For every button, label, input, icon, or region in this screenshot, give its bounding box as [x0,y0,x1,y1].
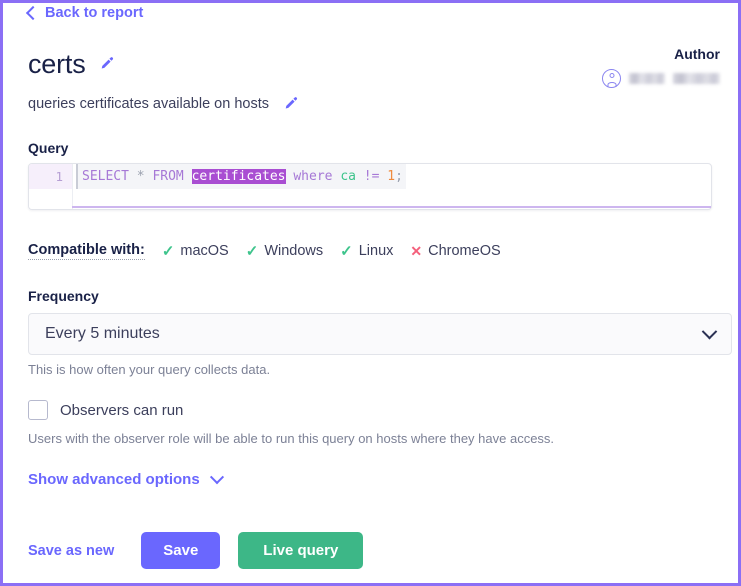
sql-token-space3 [184,169,192,184]
sql-code-line[interactable]: SELECT * FROM certificates where ca != 1… [76,164,406,189]
show-advanced-options-toggle[interactable]: Show advanced options [28,469,224,488]
live-query-button[interactable]: Live query [238,532,364,569]
page-content: Back to report Author certs queries cert… [3,3,738,583]
check-icon: ✓ [340,242,353,260]
sql-token-from: FROM [152,169,184,184]
chevron-down-icon [209,469,224,484]
sql-token-table-selected: certificates [191,169,286,184]
sql-token-where: where [293,169,333,184]
observers-can-run-row[interactable]: Observers can run [28,400,183,420]
platform-linux-label: Linux [358,243,394,259]
frequency-selected-value: Every 5 minutes [45,325,160,342]
query-section-label: Query [28,140,69,156]
sql-token-notequal: != [363,169,380,184]
action-buttons: Save as new Save Live query [28,532,364,569]
query-description: queries certificates available on hosts [28,96,269,112]
query-editor-page: Back to report Author certs queries cert… [0,0,741,586]
author-block: Author [602,46,720,88]
back-to-report-label: Back to report [45,5,144,21]
sql-token-semicolon: ; [395,169,403,184]
sql-editor[interactable]: 1 SELECT * FROM certificates where ca !=… [28,163,712,210]
platform-macos: ✓ macOS [162,243,229,259]
frequency-help-text: This is how often your query collects da… [28,362,271,377]
save-as-new-button[interactable]: Save as new [28,543,114,559]
sql-token-space1 [129,169,137,184]
author-row [602,69,720,88]
sql-token-space6 [356,169,364,184]
editor-focus-underline [72,206,711,208]
query-description-row: queries certificates available on hosts [28,94,299,114]
author-last-name-redacted [673,73,720,84]
line-number: 1 [29,164,72,189]
author-first-name-redacted [629,73,665,84]
edit-name-pencil-icon[interactable] [99,56,115,72]
cross-icon: ✕ [410,243,423,259]
platform-macos-label: macOS [180,243,229,259]
frequency-label: Frequency [28,288,99,304]
compatible-with-row: Compatible with: ✓ macOS ✓ Windows ✓ Lin… [28,242,501,260]
compatible-with-label[interactable]: Compatible with: [28,242,145,260]
editor-code-area[interactable]: SELECT * FROM certificates where ca != 1… [73,164,711,209]
page-title: certs [28,49,86,79]
sql-token-select: SELECT [82,169,129,184]
sql-token-number: 1 [387,169,396,184]
author-title: Author [674,46,720,62]
platform-linux: ✓ Linux [340,243,393,259]
observers-can-run-label: Observers can run [60,401,184,419]
platform-windows-label: Windows [264,243,324,259]
show-advanced-options-label: Show advanced options [28,471,200,488]
observers-can-run-checkbox[interactable] [28,400,48,420]
platform-chromeos: ✕ ChromeOS [410,243,500,259]
edit-description-pencil-icon[interactable] [283,96,299,112]
query-title-row: certs [28,47,115,81]
user-circle-icon [602,69,621,88]
check-icon: ✓ [161,242,175,260]
sql-token-column-ca: ca [340,169,356,184]
platform-windows: ✓ Windows [246,243,323,259]
check-icon: ✓ [245,242,259,260]
chevron-down-icon [701,323,718,339]
back-to-report-link[interactable]: Back to report [25,3,144,23]
save-button[interactable]: Save [141,532,221,569]
observers-help-text: Users with the observer role will be abl… [28,431,555,446]
chevron-left-icon [25,5,41,21]
platform-chromeos-label: ChromeOS [428,243,501,259]
editor-gutter: 1 [29,164,73,209]
frequency-select[interactable]: Every 5 minutes [28,313,732,355]
sql-token-star: * [136,169,145,184]
